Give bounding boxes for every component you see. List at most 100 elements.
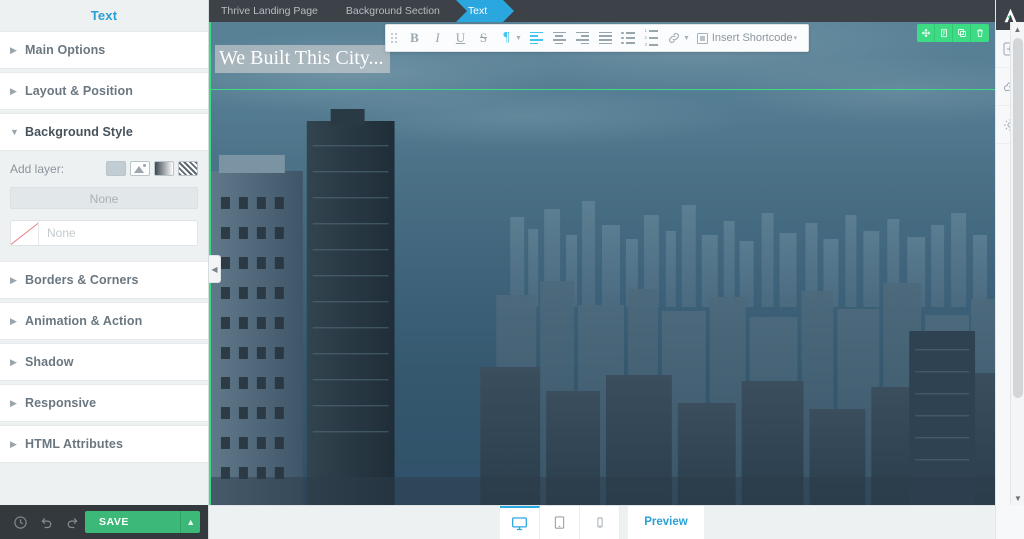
align-justify-icon (598, 31, 612, 45)
redo-icon[interactable] (59, 509, 85, 535)
section-responsive: ▶ Responsive (0, 384, 208, 422)
clock-icon[interactable] (8, 509, 34, 535)
section-label: Layout & Position (25, 84, 133, 98)
chevron-right-icon: ▶ (10, 44, 17, 55)
background-color-field[interactable]: None (10, 220, 198, 246)
chevron-right-icon: ▶ (10, 85, 17, 96)
scrollbar-thumb[interactable] (1013, 38, 1023, 398)
section-borders-corners: ▶ Borders & Corners (0, 261, 208, 299)
section-header-layout-position[interactable]: ▶ Layout & Position (0, 72, 208, 110)
save-work-group: SAVE WORK ▲ (85, 511, 201, 539)
breadcrumb-label: Background Section (345, 5, 440, 17)
canvas-scrollbar[interactable]: ▲ ▼ (1010, 22, 1024, 505)
preview-button[interactable]: Preview (628, 506, 704, 539)
undo-icon[interactable] (34, 509, 60, 535)
background-section[interactable]: We Built This City... (209, 22, 995, 505)
section-shadow: ▶ Shadow (0, 343, 208, 381)
breadcrumb: Thrive Landing Page Background Section T… (209, 0, 1024, 22)
section-label: Main Options (25, 43, 106, 57)
add-layer-label: Add layer: (10, 161, 65, 176)
background-color-value: None (47, 226, 76, 240)
section-header-shadow[interactable]: ▶ Shadow (0, 343, 208, 381)
section-layout-position: ▶ Layout & Position (0, 72, 208, 110)
numbered-list-button[interactable]: 123 (640, 25, 663, 51)
section-main-options: ▶ Main Options (0, 31, 208, 69)
clone-element-icon[interactable] (953, 24, 971, 42)
bullet-list-button[interactable] (617, 25, 640, 51)
section-label: Animation & Action (25, 314, 143, 328)
section-header-background-style[interactable]: ▼ Background Style (0, 113, 208, 151)
mobile-view-button[interactable] (580, 506, 621, 539)
align-center-button[interactable] (548, 25, 571, 51)
align-left-icon (529, 31, 543, 45)
layer-list-empty: None (10, 187, 198, 209)
paragraph-format-caret-icon[interactable]: ▼ (515, 35, 525, 42)
align-right-button[interactable] (571, 25, 594, 51)
chevron-right-icon: ▶ (10, 397, 17, 408)
element-action-buttons (917, 24, 989, 42)
pattern-layer-icon[interactable] (178, 161, 198, 176)
bottom-toolbar: Preview (209, 505, 995, 539)
chevron-down-icon: ▼ (10, 126, 19, 137)
shortcode-caret-icon[interactable]: ▾ (794, 34, 801, 42)
background-style-body: Add layer: None None (0, 151, 208, 258)
section-header-animation-action[interactable]: ▶ Animation & Action (0, 302, 208, 340)
page-heading[interactable]: We Built This City... (215, 45, 390, 73)
thrive-architect-editor: Text ▶ Main Options ▶ Layout & Position (0, 0, 1024, 539)
italic-button[interactable]: I (426, 25, 449, 51)
scroll-up-icon[interactable]: ▲ (1011, 22, 1024, 36)
tablet-view-button[interactable] (540, 506, 581, 539)
device-preview-group (500, 506, 621, 539)
breadcrumb-label: Text (467, 5, 488, 17)
align-left-button[interactable] (525, 25, 548, 51)
align-right-icon (575, 31, 589, 45)
section-selection-border (211, 89, 995, 90)
section-header-borders-corners[interactable]: ▶ Borders & Corners (0, 261, 208, 299)
section-header-html-attributes[interactable]: ▶ HTML Attributes (0, 425, 208, 463)
left-sidebar: Text ▶ Main Options ▶ Layout & Position (0, 0, 209, 539)
link-options-caret-icon[interactable]: ▼ (683, 35, 693, 42)
sidebar-collapse-handle[interactable]: ◀ (209, 255, 221, 283)
solid-color-layer-icon[interactable] (106, 161, 126, 176)
insert-shortcode-button[interactable]: Insert Shortcode ▾ (693, 25, 806, 51)
breadcrumb-item-background-section[interactable]: Background Section (334, 0, 467, 22)
numbered-list-icon: 123 (644, 28, 659, 48)
add-layer-row: Add layer: (10, 161, 198, 176)
editor-canvas[interactable]: We Built This City... B I U S ¶ ▼ 1 2 3 … (209, 22, 995, 505)
bullet-list-icon (621, 31, 636, 45)
save-work-button[interactable]: SAVE WORK (85, 511, 181, 539)
align-center-icon (552, 31, 566, 45)
chevron-right-icon: ▶ (10, 315, 17, 326)
bold-button[interactable]: B (403, 25, 426, 51)
desktop-view-button[interactable] (500, 506, 541, 539)
section-header-main-options[interactable]: ▶ Main Options (0, 31, 208, 69)
layer-type-buttons (106, 161, 198, 176)
section-header-responsive[interactable]: ▶ Responsive (0, 384, 208, 422)
section-label: Responsive (25, 396, 97, 410)
section-background-style: ▼ Background Style Add layer: None None (0, 113, 208, 258)
text-formatting-toolbar: B I U S ¶ ▼ 1 2 3 ▼ Insert Shortcode ▾ (385, 24, 810, 52)
scroll-down-icon[interactable]: ▼ (1011, 491, 1024, 505)
underline-button[interactable]: U (449, 25, 472, 51)
move-element-icon[interactable] (917, 24, 935, 42)
gradient-layer-icon[interactable] (154, 161, 174, 176)
strikethrough-button[interactable]: S (472, 25, 495, 51)
drag-handle-icon[interactable] (386, 25, 403, 51)
shortcode-icon (696, 32, 708, 44)
section-label: HTML Attributes (25, 437, 124, 451)
section-html-attributes: ▶ HTML Attributes (0, 425, 208, 463)
section-label: Borders & Corners (25, 273, 139, 287)
insert-shortcode-label: Insert Shortcode (711, 32, 793, 44)
image-layer-icon[interactable] (130, 161, 150, 176)
breadcrumb-item-landing-page[interactable]: Thrive Landing Page (209, 0, 345, 22)
align-justify-button[interactable] (594, 25, 617, 51)
panel-title: Text (0, 0, 208, 31)
chevron-right-icon: ▶ (10, 356, 17, 367)
options-accordion: ▶ Main Options ▶ Layout & Position ▼ Bac… (0, 31, 208, 505)
delete-element-icon[interactable] (971, 24, 989, 42)
section-label: Shadow (25, 355, 74, 369)
copy-element-icon[interactable] (935, 24, 953, 42)
no-color-swatch-icon[interactable] (11, 221, 39, 245)
section-animation-action: ▶ Animation & Action (0, 302, 208, 340)
save-options-caret-icon[interactable]: ▲ (180, 511, 201, 533)
